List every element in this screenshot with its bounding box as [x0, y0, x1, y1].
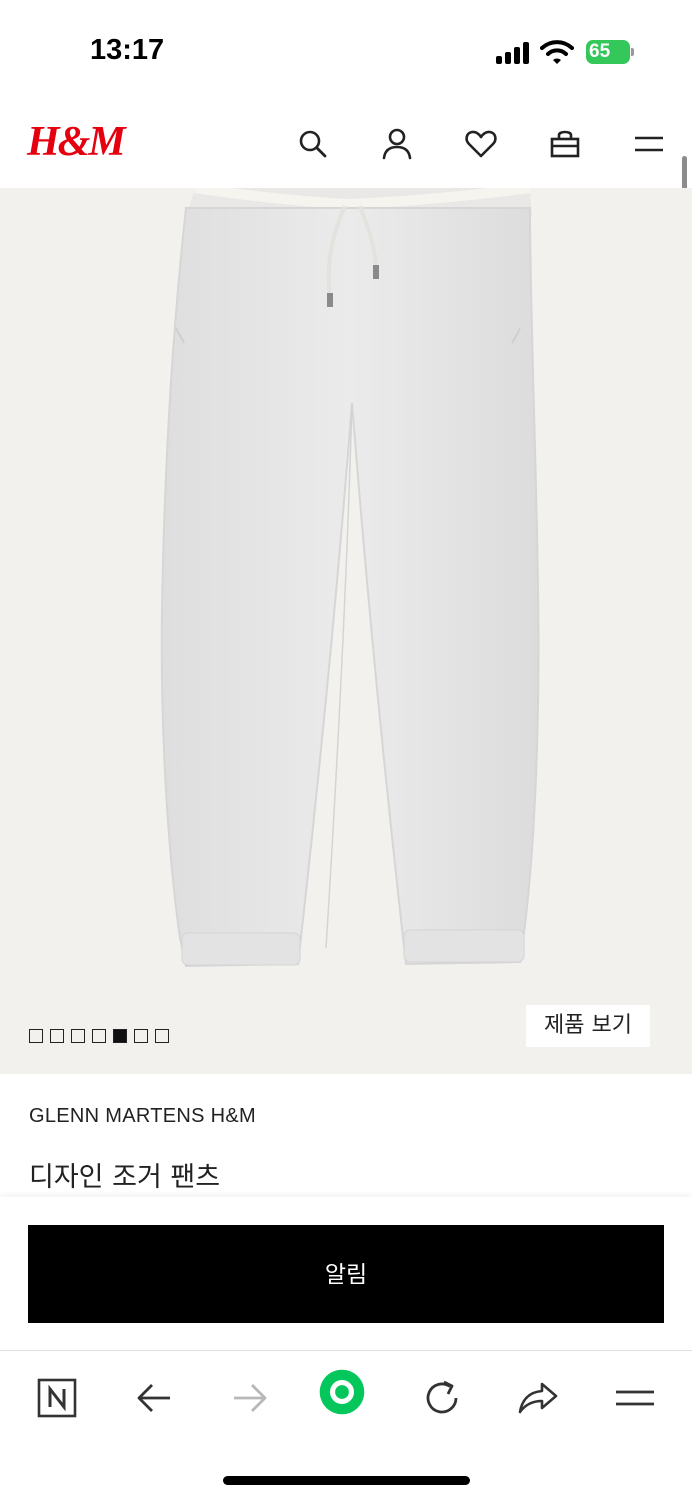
- gallery-dot[interactable]: [29, 1029, 43, 1043]
- cellular-signal-icon: [496, 42, 532, 64]
- site-header: H&M: [0, 100, 692, 188]
- status-bar: 13:17 65: [0, 0, 692, 100]
- product-brand: GLENN MARTENS H&M: [29, 1105, 256, 1127]
- cta-panel: 알림: [0, 1197, 692, 1351]
- account-icon[interactable]: [379, 126, 415, 162]
- forward-arrow-icon[interactable]: [226, 1374, 274, 1422]
- menu-icon[interactable]: [611, 1374, 659, 1422]
- browser-toolbar: [0, 1352, 692, 1500]
- status-time: 13:17: [90, 34, 165, 66]
- battery-charging-icon: 65: [586, 40, 634, 64]
- gallery-dot[interactable]: [71, 1029, 85, 1043]
- hm-logo[interactable]: H&M: [27, 118, 126, 166]
- gallery-dot[interactable]: [50, 1029, 64, 1043]
- gallery-dot[interactable]: [134, 1029, 148, 1043]
- battery-percent: 65: [589, 41, 611, 62]
- product-image[interactable]: [0, 188, 692, 1074]
- menu-icon[interactable]: [631, 126, 667, 162]
- product-name: 디자인 조거 팬츠: [29, 1162, 221, 1193]
- heart-icon[interactable]: [463, 126, 499, 162]
- shopping-bag-icon[interactable]: [547, 126, 583, 162]
- gallery-dot[interactable]: [155, 1029, 169, 1043]
- gallery-pagination[interactable]: [29, 1029, 169, 1043]
- search-icon[interactable]: [295, 126, 331, 162]
- share-icon[interactable]: [514, 1374, 562, 1422]
- reload-icon[interactable]: [418, 1374, 466, 1422]
- back-arrow-icon[interactable]: [130, 1374, 178, 1422]
- product-gallery[interactable]: 제품 보기: [0, 188, 692, 1074]
- notify-button[interactable]: 알림: [28, 1225, 664, 1323]
- gallery-dot-active[interactable]: [113, 1029, 127, 1043]
- green-dot-icon[interactable]: [318, 1368, 374, 1424]
- wifi-icon: [540, 38, 574, 66]
- gallery-dot[interactable]: [92, 1029, 106, 1043]
- naver-n-icon[interactable]: [33, 1374, 81, 1422]
- home-indicator[interactable]: [223, 1476, 470, 1485]
- view-product-button[interactable]: 제품 보기: [526, 1005, 650, 1047]
